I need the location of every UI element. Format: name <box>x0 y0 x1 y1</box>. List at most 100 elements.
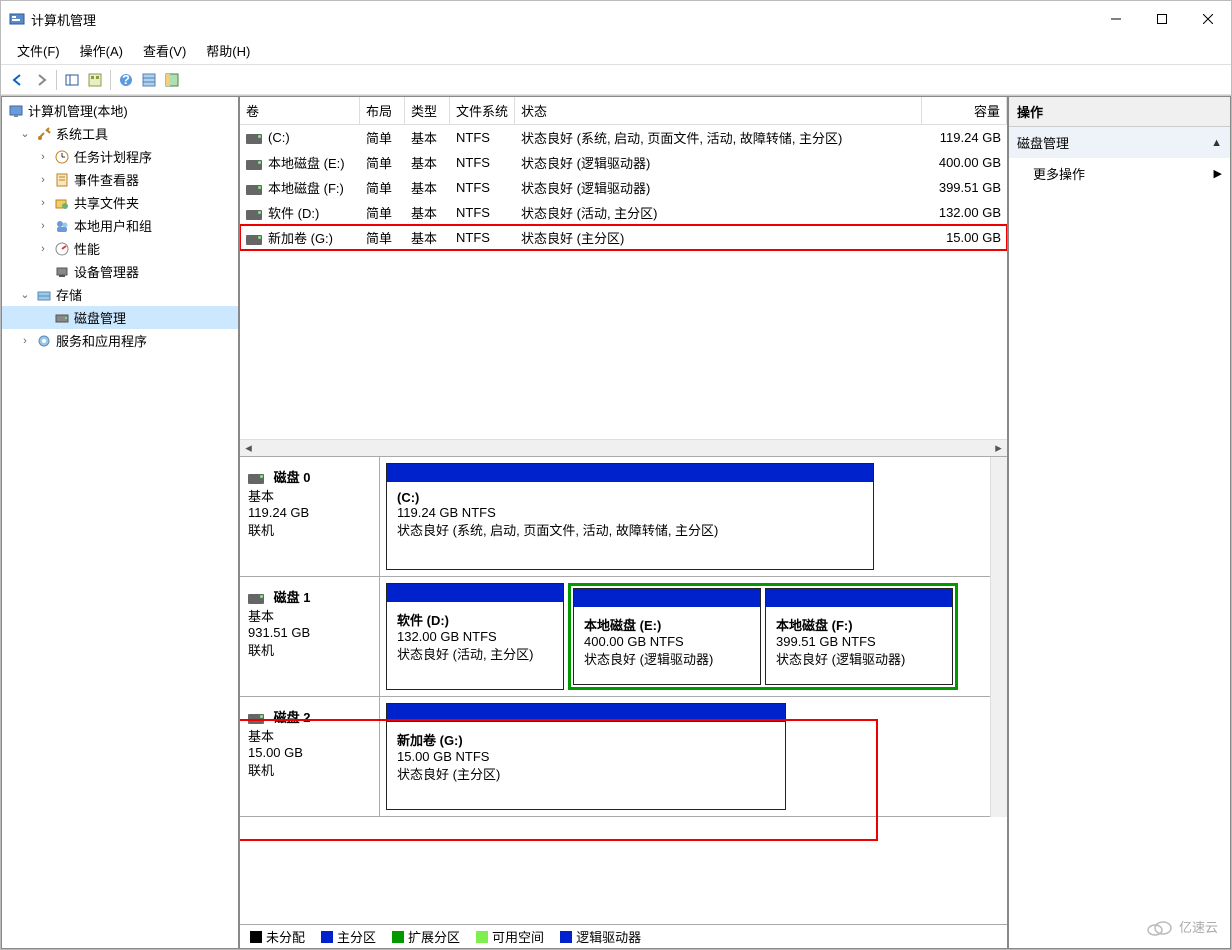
partition-header <box>766 589 952 607</box>
menu-view[interactable]: 查看(V) <box>133 38 196 63</box>
col-status[interactable]: 状态 <box>515 97 922 124</box>
tree-task-scheduler[interactable]: › 任务计划程序 <box>2 145 238 168</box>
col-filesystem[interactable]: 文件系统 <box>450 97 515 124</box>
main-area: 计算机管理(本地) ⌄ 系统工具 › 任务计划程序 › 事件查看器 › 共享文件… <box>1 95 1231 949</box>
tree-services-apps[interactable]: › 服务和应用程序 <box>2 329 238 352</box>
tree-label: 共享文件夹 <box>74 193 139 212</box>
close-button[interactable] <box>1185 4 1231 34</box>
collapse-icon[interactable]: ⌄ <box>18 127 32 140</box>
drive-icon <box>246 210 262 220</box>
forward-button[interactable] <box>30 69 52 91</box>
tree-label: 事件查看器 <box>74 170 139 189</box>
partition-header <box>574 589 760 607</box>
disk-row: 磁盘 1基本931.51 GB联机软件 (D:)132.00 GB NTFS状态… <box>240 577 990 697</box>
tree-root[interactable]: 计算机管理(本地) <box>2 99 238 122</box>
drive-icon <box>246 134 262 144</box>
disk-icon <box>54 310 70 326</box>
performance-icon <box>54 241 70 257</box>
help-button[interactable]: ? <box>115 69 137 91</box>
event-icon <box>54 172 70 188</box>
partition-box[interactable]: 软件 (D:)132.00 GB NTFS状态良好 (活动, 主分区) <box>386 583 564 690</box>
tree-label: 磁盘管理 <box>74 308 126 327</box>
tree-performance[interactable]: › 性能 <box>2 237 238 260</box>
volume-row[interactable]: 本地磁盘 (F:)简单基本NTFS状态良好 (逻辑驱动器)399.51 GB <box>240 175 1007 200</box>
device-icon <box>54 264 70 280</box>
disk-label[interactable]: 磁盘 2基本15.00 GB联机 <box>240 697 380 816</box>
partition-header <box>387 584 563 602</box>
expand-icon[interactable]: › <box>36 151 50 163</box>
menu-action[interactable]: 操作(A) <box>70 38 133 63</box>
clock-icon <box>54 149 70 165</box>
tree-shared-folders[interactable]: › 共享文件夹 <box>2 191 238 214</box>
disk-icon <box>248 714 264 724</box>
legend-free: 可用空间 <box>476 927 544 946</box>
storage-icon <box>36 287 52 303</box>
legend-unallocated: 未分配 <box>250 927 305 946</box>
tree-local-users[interactable]: › 本地用户和组 <box>2 214 238 237</box>
toolbar: ? <box>1 65 1231 95</box>
tree-disk-management[interactable]: 磁盘管理 <box>2 306 238 329</box>
navigation-tree[interactable]: 计算机管理(本地) ⌄ 系统工具 › 任务计划程序 › 事件查看器 › 共享文件… <box>1 96 239 949</box>
menu-file[interactable]: 文件(F) <box>7 38 70 63</box>
center-panel: 卷 布局 类型 文件系统 状态 容量 (C:)简单基本NTFS状态良好 (系统,… <box>239 96 1008 949</box>
volume-row[interactable]: (C:)简单基本NTFS状态良好 (系统, 启动, 页面文件, 活动, 故障转储… <box>240 125 1007 150</box>
disk-icon <box>248 594 264 604</box>
partition-box[interactable]: 本地磁盘 (E:)400.00 GB NTFS状态良好 (逻辑驱动器) <box>573 588 761 685</box>
expand-icon[interactable]: › <box>36 243 50 255</box>
scroll-left-icon[interactable]: ◂ <box>240 440 257 457</box>
graphical-view-button[interactable] <box>161 69 183 91</box>
expand-icon[interactable]: › <box>18 335 32 347</box>
volume-row[interactable]: 本地磁盘 (E:)简单基本NTFS状态良好 (逻辑驱动器)400.00 GB <box>240 150 1007 175</box>
partition-box[interactable]: 本地磁盘 (F:)399.51 GB NTFS状态良好 (逻辑驱动器) <box>765 588 953 685</box>
expand-icon[interactable]: › <box>36 220 50 232</box>
watermark-text: 亿速云 <box>1179 917 1218 936</box>
actions-disk-management[interactable]: 磁盘管理 ▲ <box>1009 127 1230 158</box>
actions-header: 操作 <box>1009 97 1230 127</box>
shared-folders-icon <box>54 195 70 211</box>
tree-label: 存储 <box>56 285 82 304</box>
col-layout[interactable]: 布局 <box>360 97 405 124</box>
extended-partition-group: 本地磁盘 (E:)400.00 GB NTFS状态良好 (逻辑驱动器)本地磁盘 … <box>568 583 958 690</box>
partition-box[interactable]: (C:)119.24 GB NTFS状态良好 (系统, 启动, 页面文件, 活动… <box>386 463 874 570</box>
partition-box[interactable]: 新加卷 (G:)15.00 GB NTFS状态良好 (主分区) <box>386 703 786 810</box>
col-type[interactable]: 类型 <box>405 97 450 124</box>
tree-device-manager[interactable]: 设备管理器 <box>2 260 238 283</box>
expand-icon[interactable]: › <box>36 197 50 209</box>
tree-system-tools[interactable]: ⌄ 系统工具 <box>2 122 238 145</box>
users-icon <box>54 218 70 234</box>
volume-list-body[interactable]: (C:)简单基本NTFS状态良好 (系统, 启动, 页面文件, 活动, 故障转储… <box>240 125 1007 439</box>
refresh-button[interactable] <box>84 69 106 91</box>
show-hide-button[interactable] <box>61 69 83 91</box>
menu-help[interactable]: 帮助(H) <box>196 38 260 63</box>
disk-row: 磁盘 0基本119.24 GB联机(C:)119.24 GB NTFS状态良好 … <box>240 457 990 577</box>
tree-event-viewer[interactable]: › 事件查看器 <box>2 168 238 191</box>
vertical-scrollbar[interactable] <box>990 457 1007 817</box>
actions-more[interactable]: 更多操作 ▶ <box>1009 158 1230 189</box>
list-view-button[interactable] <box>138 69 160 91</box>
collapse-icon[interactable]: ⌄ <box>18 288 32 301</box>
tree-root-label: 计算机管理(本地) <box>28 101 128 120</box>
legend: 未分配 主分区 扩展分区 可用空间 逻辑驱动器 <box>240 924 1007 948</box>
disk-label[interactable]: 磁盘 1基本931.51 GB联机 <box>240 577 380 696</box>
tree-storage[interactable]: ⌄ 存储 <box>2 283 238 306</box>
maximize-button[interactable] <box>1139 4 1185 34</box>
tree-label: 设备管理器 <box>74 262 139 281</box>
legend-logical: 逻辑驱动器 <box>560 927 641 946</box>
tree-label: 性能 <box>74 239 100 258</box>
expand-icon[interactable]: › <box>36 174 50 186</box>
minimize-button[interactable] <box>1093 4 1139 34</box>
scroll-right-icon[interactable]: ▸ <box>990 440 1007 457</box>
window-title: 计算机管理 <box>31 10 96 29</box>
horizontal-scrollbar[interactable]: ◂ ▸ <box>240 439 1007 456</box>
disk-label[interactable]: 磁盘 0基本119.24 GB联机 <box>240 457 380 576</box>
volume-row[interactable]: 软件 (D:)简单基本NTFS状态良好 (活动, 主分区)132.00 GB <box>240 200 1007 225</box>
col-volume[interactable]: 卷 <box>240 97 360 124</box>
chevron-right-icon: ▶ <box>1214 167 1222 180</box>
volume-list: 卷 布局 类型 文件系统 状态 容量 (C:)简单基本NTFS状态良好 (系统,… <box>240 97 1007 457</box>
back-button[interactable] <box>7 69 29 91</box>
svg-text:?: ? <box>122 72 130 87</box>
col-capacity[interactable]: 容量 <box>922 97 1007 124</box>
tree-label: 系统工具 <box>56 124 108 143</box>
volume-row[interactable]: 新加卷 (G:)简单基本NTFS状态良好 (主分区)15.00 GB <box>240 225 1007 250</box>
volume-list-header: 卷 布局 类型 文件系统 状态 容量 <box>240 97 1007 125</box>
